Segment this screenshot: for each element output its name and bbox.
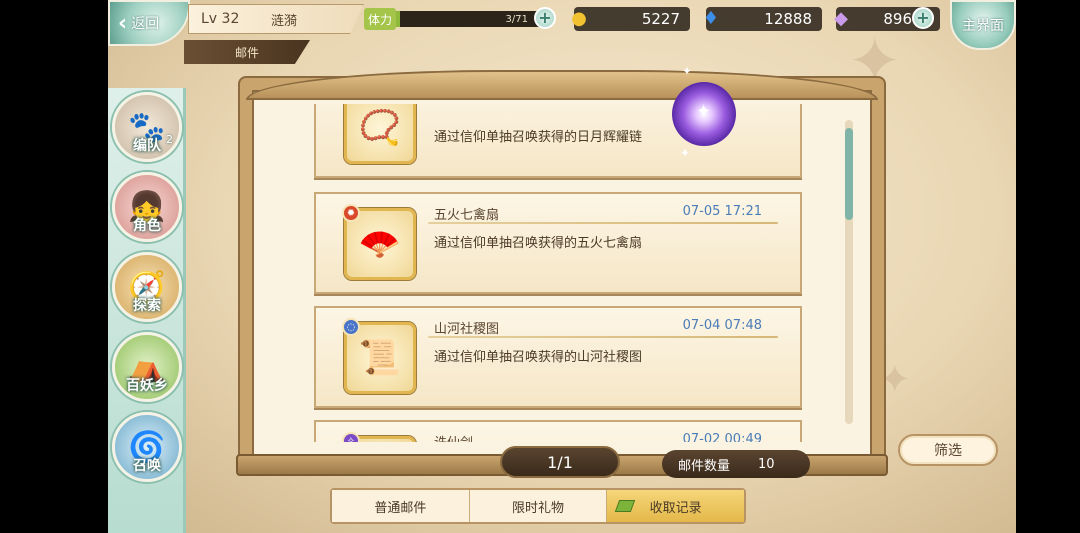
page-title: 邮件 bbox=[184, 40, 310, 64]
sparkle-icon: ✦ bbox=[696, 101, 712, 122]
nav-item-label: 探索 bbox=[133, 298, 161, 314]
nav-item-label: 召唤 bbox=[133, 458, 161, 474]
mail-list-scrollbar[interactable] bbox=[845, 120, 853, 424]
mail-item[interactable]: 📜 ◌ 山河社稷图 07-04 07:48 通过信仰单抽召唤获得的山河社稷图 bbox=[314, 306, 802, 408]
back-label: 返回 bbox=[131, 16, 160, 32]
fire-element-icon: ✹ bbox=[342, 204, 360, 222]
blue-flame-icon: ♦ bbox=[702, 7, 720, 29]
player-info: Lv 32 涟漪 bbox=[188, 4, 364, 34]
plus-icon: + bbox=[538, 8, 552, 27]
crystal-value: 896 bbox=[883, 10, 912, 28]
mail-time: 07-04 07:48 bbox=[682, 318, 762, 333]
mail-title: 诛仙剑 bbox=[434, 432, 473, 442]
mail-count-label: 邮件数量 bbox=[678, 458, 731, 474]
mail-description: 通过信仰单抽召唤获得的山河社稷图 bbox=[434, 350, 643, 365]
add-stamina-button[interactable]: + bbox=[534, 7, 556, 29]
mail-description: 通过信仰单抽召唤获得的五火七禽扇 bbox=[434, 236, 643, 251]
nav-item-character[interactable]: 👧 角色 bbox=[112, 172, 182, 242]
gold-value: 5227 bbox=[641, 10, 680, 28]
player-level: Lv 32 bbox=[201, 11, 240, 27]
mail-item[interactable]: 🗡 ✧ 诛仙剑 07-02 00:49 bbox=[314, 420, 802, 442]
scrollbar-thumb[interactable] bbox=[845, 128, 853, 220]
chain-icon: 📿 bbox=[344, 104, 416, 164]
side-nav: 🐾 2 编队 👧 角色 🧭 探索 ⛺ 百妖乡 🌀 召唤 bbox=[108, 88, 186, 533]
mail-time: 07-05 17:21 bbox=[682, 204, 762, 219]
stamina-meter: 体力 3/71 bbox=[364, 8, 554, 30]
filter-button[interactable]: 筛选 bbox=[898, 434, 998, 466]
divider bbox=[428, 336, 778, 338]
add-crystal-button[interactable]: + bbox=[912, 7, 934, 29]
nav-item-explore[interactable]: 🧭 探索 bbox=[112, 252, 182, 322]
soul-fire-counter: ♦ 12888 bbox=[703, 7, 822, 31]
nav-badge: 2 bbox=[166, 133, 173, 146]
tab-claim-history[interactable]: 收取记录 bbox=[607, 490, 745, 522]
nav-item-team[interactable]: 🐾 2 编队 bbox=[112, 92, 182, 162]
nav-item-label: 百妖乡 bbox=[126, 378, 168, 394]
tab-label: 收取记录 bbox=[649, 500, 702, 516]
sparkle-icon: ✦ bbox=[682, 64, 693, 78]
chevron-left-icon: ‹ bbox=[118, 10, 128, 36]
plus-icon: + bbox=[916, 8, 930, 27]
gold-counter: ● 5227 bbox=[571, 7, 690, 31]
nav-item-label: 编队 bbox=[133, 138, 161, 154]
page-indicator: 1/1 bbox=[500, 446, 620, 478]
nav-item-label: 角色 bbox=[133, 218, 161, 234]
tab-label: 限时礼物 bbox=[512, 500, 565, 516]
mail-item[interactable]: 🪭 ✹ 五火七禽扇 07-05 17:21 通过信仰单抽召唤获得的五火七禽扇 bbox=[314, 192, 802, 294]
nav-item-summon[interactable]: 🌀 召唤 bbox=[112, 412, 182, 482]
crystal-icon: ◆ bbox=[834, 7, 848, 29]
nav-item-village[interactable]: ⛺ 百妖乡 bbox=[112, 332, 182, 402]
mail-title: 山河社稷图 bbox=[434, 322, 500, 337]
thunder-element-icon: ✧ bbox=[342, 432, 360, 442]
mail-count-box: 邮件数量 10 bbox=[662, 450, 810, 478]
sparkle-icon: ✦ bbox=[680, 146, 691, 160]
divider bbox=[428, 222, 778, 224]
gold-coin-icon: ● bbox=[571, 7, 587, 29]
mail-count-value: 10 bbox=[758, 456, 775, 472]
stamina-value: 3/71 bbox=[505, 14, 528, 25]
tab-normal-mail[interactable]: 普通邮件 bbox=[332, 490, 470, 522]
mail-time: 07-02 00:49 bbox=[682, 432, 762, 442]
tab-timed-gifts[interactable]: 限时礼物 bbox=[469, 490, 608, 522]
mail-tabs: 普通邮件 限时礼物 收取记录 bbox=[330, 488, 746, 524]
mail-description: 通过信仰单抽召唤获得的日月辉耀链 bbox=[434, 130, 643, 145]
soul-fire-value: 12888 bbox=[764, 10, 812, 28]
water-element-icon: ◌ bbox=[342, 318, 360, 336]
player-name: 涟漪 bbox=[271, 13, 298, 29]
mail-list[interactable]: 📿 通过信仰单抽召唤获得的日月辉耀链 🪭 ✹ 五火七禽扇 07-05 17:21… bbox=[256, 104, 856, 442]
tab-label: 普通邮件 bbox=[374, 500, 427, 516]
stamina-label: 体力 bbox=[364, 8, 396, 30]
ticket-icon bbox=[615, 500, 636, 512]
mail-title: 五火七禽扇 bbox=[434, 208, 500, 223]
